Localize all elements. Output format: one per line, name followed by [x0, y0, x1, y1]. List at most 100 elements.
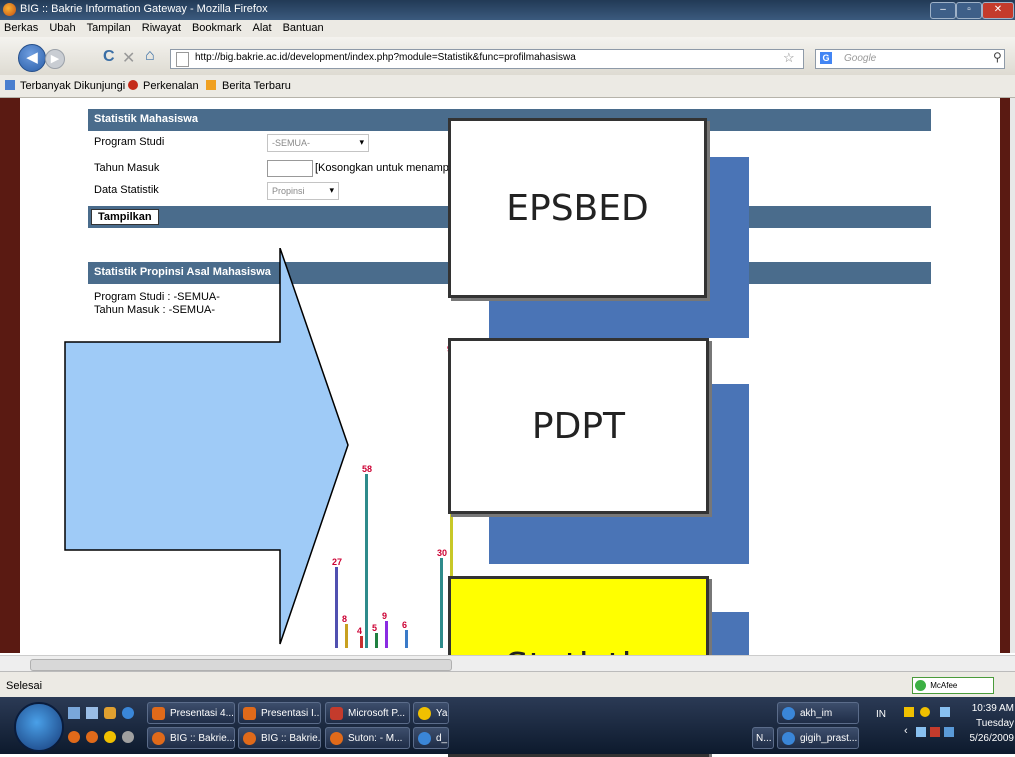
stats-section-title: Statistik Mahasiswa [94, 113, 198, 125]
task-yahoo[interactable]: Ya [413, 702, 449, 724]
chevron-down-icon: ▾ [329, 185, 334, 195]
maximize-button[interactable]: ▫ [956, 2, 982, 19]
quick-launch-2 [68, 729, 143, 747]
url-bar[interactable]: http://big.bakrie.ac.id/development/inde… [170, 49, 804, 69]
task-big-bakrie-1[interactable]: BIG :: Bakrie... [147, 727, 235, 749]
program-select[interactable]: -SEMUA- ▾ [267, 134, 369, 152]
search-input[interactable]: G Google ⚲ [815, 49, 1005, 69]
stop-icon[interactable]: ✕ [122, 48, 135, 68]
horizontal-scrollbar[interactable] [0, 655, 1015, 672]
clock-day: Tuesday [976, 718, 1014, 729]
page-border-left [0, 98, 20, 653]
media-icon[interactable] [104, 707, 116, 719]
page-border-right [1000, 98, 1010, 653]
system-tray: ‹ [900, 703, 960, 747]
chart-bar [385, 621, 388, 648]
switch-windows-icon[interactable] [86, 707, 98, 719]
google-icon[interactable]: G [820, 52, 832, 64]
menu-riwayat[interactable]: Riwayat [142, 20, 181, 37]
mcafee-badge[interactable]: McAfee SiteAdvisor [912, 677, 994, 705]
task-microsoft-p[interactable]: Microsoft P... [325, 702, 410, 724]
close-button[interactable]: ✕ [982, 2, 1014, 19]
menu-bookmark[interactable]: Bookmark [192, 20, 242, 37]
reload-icon[interactable]: C [103, 48, 115, 66]
menu-bar: Berkas Ubah Tampilan Riwayat Bookmark Al… [0, 20, 1015, 37]
menu-bantuan[interactable]: Bantuan [283, 20, 324, 37]
tray-icon-3[interactable] [940, 707, 950, 717]
chevron-left-icon[interactable]: ‹ [904, 725, 908, 737]
menu-ubah[interactable]: Ubah [49, 20, 75, 37]
chart-bar [375, 633, 378, 648]
year-input[interactable] [267, 160, 313, 177]
chart-bar [440, 558, 443, 648]
forward-button[interactable]: ▶ [45, 49, 65, 69]
task-big-bakrie-2[interactable]: BIG :: Bakrie... [238, 727, 321, 749]
status-text: Selesai [6, 680, 43, 692]
task-d[interactable]: d_ [413, 727, 449, 749]
scroll-thumb[interactable] [30, 659, 452, 671]
bookmarks-bar: Terbanyak Dikunjungi Perkenalan Berita T… [0, 75, 1015, 98]
tray-icon-1[interactable] [904, 707, 914, 717]
window-title: BIG :: Bakrie Information Gateway - Mozi… [20, 3, 268, 15]
chart-bar-label: 6 [402, 620, 407, 630]
home-icon[interactable]: ⌂ [145, 47, 155, 65]
year-hint: [Kosongkan untuk menampil [315, 162, 454, 174]
display-icon[interactable] [944, 727, 954, 737]
bookmark-folder-icon [5, 80, 15, 90]
pdpt-box: PDPT [448, 338, 709, 514]
firefox-launch-icon-2[interactable] [86, 731, 98, 743]
rss-icon [206, 80, 216, 90]
menu-berkas[interactable]: Berkas [4, 20, 38, 37]
bookmark-latest-news[interactable]: Berita Terbaru [222, 80, 291, 92]
quick-launch [68, 705, 143, 723]
clock-time: 10:39 AM [971, 703, 1014, 714]
task-akh-im[interactable]: akh_im [777, 702, 859, 724]
data-stat-label: Data Statistik [94, 184, 159, 196]
firefox-icon [3, 3, 16, 16]
language-indicator[interactable]: IN [876, 709, 886, 720]
mail-icon[interactable] [930, 727, 940, 737]
chart-bar-label: 58 [362, 464, 372, 474]
year-label: Tahun Masuk [94, 162, 160, 174]
bookmark-getting-started[interactable]: Perkenalan [143, 80, 199, 92]
data-stat-value: Propinsi [272, 186, 305, 196]
pdpt-label: PDPT [531, 405, 626, 447]
window-titlebar: BIG :: Bakrie Information Gateway - Mozi… [0, 0, 1015, 20]
tray-icon-2[interactable] [920, 707, 930, 717]
start-button[interactable] [14, 702, 64, 752]
program-label: Program Studi [94, 136, 165, 148]
vertical-scrollbar[interactable] [1010, 98, 1015, 653]
menu-alat[interactable]: Alat [253, 20, 272, 37]
task-suton[interactable]: Suton: - M... [325, 727, 410, 749]
minimize-button[interactable]: – [930, 2, 956, 19]
data-stat-select[interactable]: Propinsi ▾ [267, 182, 339, 200]
task-presentasi-2[interactable]: Presentasi I... [238, 702, 321, 724]
back-button[interactable]: ◀ [18, 44, 46, 72]
search-placeholder: Google [844, 53, 877, 64]
task-presentasi-1[interactable]: Presentasi 4... [147, 702, 235, 724]
menu-tampilan[interactable]: Tampilan [87, 20, 131, 37]
epsbed-box: EPSBED [448, 118, 707, 298]
chart-bar-label: 9 [382, 611, 387, 621]
status-bar: Selesai McAfee SiteAdvisor [0, 671, 1015, 705]
task-gigih[interactable]: gigih_prast... [777, 727, 859, 749]
bookmark-most-visited[interactable]: Terbanyak Dikunjungi [20, 80, 125, 92]
epsbed-label: EPSBED [506, 187, 649, 229]
search-icon[interactable]: ⚲ [993, 50, 1002, 64]
clock[interactable]: 10:39 AM Tuesday 5/26/2009 [962, 701, 1015, 746]
arrow-shape [64, 248, 349, 645]
show-desktop-icon[interactable] [68, 707, 80, 719]
chevron-down-icon: ▾ [359, 137, 364, 147]
ie-icon[interactable] [122, 707, 134, 719]
url-text: http://big.bakrie.ac.id/development/inde… [195, 52, 576, 63]
messenger-icon[interactable] [104, 731, 116, 743]
bookmark-star-icon[interactable]: ☆ [783, 50, 795, 66]
network-icon[interactable] [916, 727, 926, 737]
task-n[interactable]: N... [752, 727, 774, 749]
clock-date: 5/26/2009 [969, 733, 1015, 744]
program-select-value: -SEMUA- [272, 138, 310, 148]
firefox-launch-icon[interactable] [68, 731, 80, 743]
chart-bar-label: 5 [372, 623, 377, 633]
tampilkan-button[interactable]: Tampilkan [91, 209, 159, 225]
settings-icon[interactable] [122, 731, 134, 743]
